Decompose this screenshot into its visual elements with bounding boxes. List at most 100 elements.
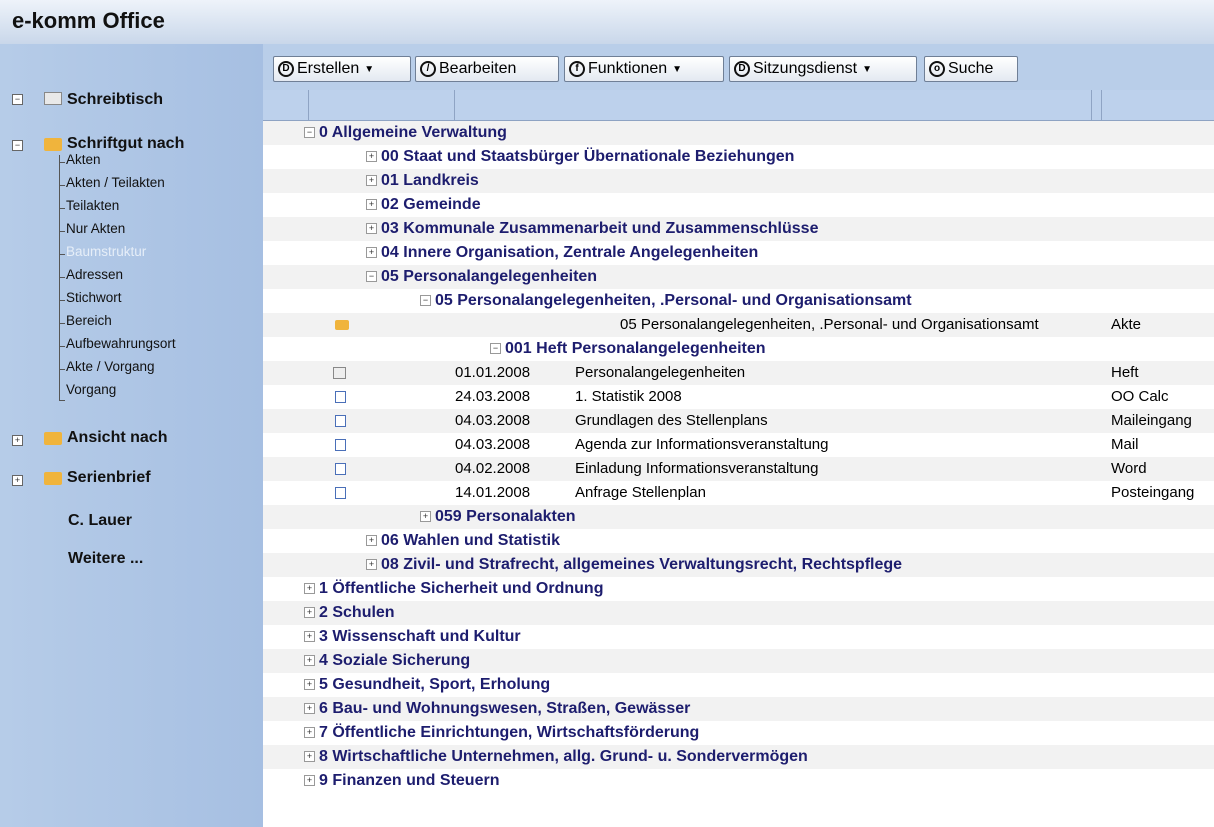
table-row[interactable]: 14.01.2008 Anfrage Stellenplan Posteinga… <box>263 481 1214 505</box>
tree-node[interactable]: +4 Soziale Sicherung <box>263 649 1214 673</box>
expand-icon[interactable]: + <box>304 631 315 642</box>
collapse-icon[interactable]: − <box>304 127 315 138</box>
expand-icon[interactable]: + <box>304 607 315 618</box>
folder-icon <box>44 472 62 485</box>
node-label: 01 Landkreis <box>381 172 479 189</box>
tree-node[interactable]: +01 Landkreis <box>263 169 1214 193</box>
sidebar-schreibtisch[interactable]: Schreibtisch <box>67 91 163 109</box>
expand-icon[interactable]: + <box>304 751 315 762</box>
expand-icon[interactable]: + <box>304 775 315 786</box>
erstellen-button[interactable]: D Erstellen ▼ <box>273 56 411 82</box>
sidebar-serienbrief[interactable]: Serienbrief <box>67 469 151 487</box>
collapse-icon[interactable]: − <box>420 295 431 306</box>
column-divider[interactable] <box>1101 90 1102 120</box>
sidebar-item-aufbewahrungsort[interactable]: Aufbewahrungsort <box>66 336 176 351</box>
expand-icon[interactable]: + <box>366 175 377 186</box>
tree-node[interactable]: +7 Öffentliche Einrichtungen, Wirtschaft… <box>263 721 1214 745</box>
tree-tick <box>59 369 65 370</box>
table-row[interactable]: 01.01.2008 Personalangelegenheiten Heft <box>263 361 1214 385</box>
collapse-toggle-icon[interactable]: − <box>12 140 23 151</box>
expand-toggle-icon[interactable]: + <box>12 475 23 486</box>
node-label: 04 Innere Organisation, Zentrale Angeleg… <box>381 244 759 261</box>
chevron-down-icon: ▼ <box>672 63 683 75</box>
sidebar-ansicht[interactable]: Ansicht nach <box>67 429 167 447</box>
toolbar: D Erstellen ▼ / Bearbeiten f Funktionen … <box>263 44 1214 90</box>
tree-node[interactable]: +02 Gemeinde <box>263 193 1214 217</box>
tree-node[interactable]: +3 Wissenschaft und Kultur <box>263 625 1214 649</box>
sidebar-schriftgut[interactable]: Schriftgut nach <box>67 135 184 153</box>
desk-icon <box>44 92 62 105</box>
sidebar-item-stichwort[interactable]: Stichwort <box>66 290 122 305</box>
tree-node[interactable]: −05 Personalangelegenheiten <box>263 265 1214 289</box>
akte-row[interactable]: 05 Personalangelegenheiten, .Personal- u… <box>263 313 1214 337</box>
expand-icon[interactable]: + <box>420 511 431 522</box>
sidebar-item-vorgang[interactable]: Vorgang <box>66 382 116 397</box>
tree-node[interactable]: +9 Finanzen und Steuern <box>263 769 1214 793</box>
expand-icon[interactable]: + <box>366 223 377 234</box>
tree-node[interactable]: +08 Zivil- und Strafrecht, allgemeines V… <box>263 553 1214 577</box>
main-panel: D Erstellen ▼ / Bearbeiten f Funktionen … <box>263 44 1214 827</box>
document-icon <box>335 415 346 427</box>
tree-node[interactable]: +03 Kommunale Zusammenarbeit und Zusamme… <box>263 217 1214 241</box>
table-row[interactable]: 24.03.2008 1. Statistik 2008 OO Calc <box>263 385 1214 409</box>
sidebar-user[interactable]: C. Lauer <box>68 512 132 530</box>
sidebar-item-akte-vorgang[interactable]: Akte / Vorgang <box>66 359 155 374</box>
doc-type: Maileingang <box>1111 412 1192 429</box>
funktionen-label: Funktionen <box>588 60 668 77</box>
funktionen-button[interactable]: f Funktionen ▼ <box>564 56 724 82</box>
edit-icon: / <box>420 61 436 77</box>
collapse-toggle-icon[interactable]: − <box>12 94 23 105</box>
sidebar-weitere[interactable]: Weitere ... <box>68 550 143 568</box>
erstellen-label: Erstellen <box>297 60 360 77</box>
sidebar-item-bereich[interactable]: Bereich <box>66 313 112 328</box>
tree-node[interactable]: −0 Allgemeine Verwaltung <box>263 121 1214 145</box>
expand-icon[interactable]: + <box>304 583 315 594</box>
column-divider[interactable] <box>1091 90 1092 120</box>
sidebar-item-adressen[interactable]: Adressen <box>66 267 123 282</box>
expand-icon[interactable]: + <box>366 199 377 210</box>
collapse-icon[interactable]: − <box>366 271 377 282</box>
expand-icon[interactable]: + <box>304 703 315 714</box>
table-row[interactable]: 04.03.2008 Grundlagen des Stellenplans M… <box>263 409 1214 433</box>
expand-icon[interactable]: + <box>366 151 377 162</box>
tree-node[interactable]: +06 Wahlen und Statistik <box>263 529 1214 553</box>
tree-tick <box>59 400 65 401</box>
sidebar-item-nur-akten[interactable]: Nur Akten <box>66 221 125 236</box>
tree-node[interactable]: +059 Personalakten <box>263 505 1214 529</box>
table-row[interactable]: 04.03.2008 Agenda zur Informationsverans… <box>263 433 1214 457</box>
suche-button[interactable]: o Suche <box>924 56 1018 82</box>
tree-node[interactable]: −05 Personalangelegenheiten, .Personal- … <box>263 289 1214 313</box>
tree-node[interactable]: +00 Staat und Staatsbürger Übernationale… <box>263 145 1214 169</box>
bearbeiten-label: Bearbeiten <box>439 60 517 77</box>
expand-icon[interactable]: + <box>366 559 377 570</box>
doc-date: 04.02.2008 <box>455 460 531 477</box>
expand-icon[interactable]: + <box>366 535 377 546</box>
expand-icon[interactable]: + <box>304 655 315 666</box>
sidebar-item-akten-teilakten[interactable]: Akten / Teilakten <box>66 175 165 190</box>
expand-toggle-icon[interactable]: + <box>12 435 23 446</box>
sitzungsdienst-button[interactable]: D Sitzungsdienst ▼ <box>729 56 917 82</box>
sidebar-item-akten[interactable]: Akten <box>66 152 101 167</box>
collapse-icon[interactable]: − <box>490 343 501 354</box>
tree-node[interactable]: +6 Bau- und Wohnungswesen, Straßen, Gewä… <box>263 697 1214 721</box>
column-divider[interactable] <box>308 90 309 120</box>
sidebar-item-teilakten[interactable]: Teilakten <box>66 198 119 213</box>
table-row[interactable]: 04.02.2008 Einladung Informationsveranst… <box>263 457 1214 481</box>
expand-icon[interactable]: + <box>304 679 315 690</box>
tree-node[interactable]: −001 Heft Personalangelegenheiten <box>263 337 1214 361</box>
column-divider[interactable] <box>454 90 455 120</box>
tree-tick <box>59 300 65 301</box>
doc-type: Word <box>1111 460 1147 477</box>
tree-node[interactable]: +04 Innere Organisation, Zentrale Angele… <box>263 241 1214 265</box>
tree-node[interactable]: +5 Gesundheit, Sport, Erholung <box>263 673 1214 697</box>
sitzungsdienst-label: Sitzungsdienst <box>753 60 858 77</box>
doc-date: 04.03.2008 <box>455 436 531 453</box>
bearbeiten-button[interactable]: / Bearbeiten <box>415 56 559 82</box>
tree-node[interactable]: +8 Wirtschaftliche Unternehmen, allg. Gr… <box>263 745 1214 769</box>
expand-icon[interactable]: + <box>304 727 315 738</box>
tree-node[interactable]: +1 Öffentliche Sicherheit und Ordnung <box>263 577 1214 601</box>
tree-node[interactable]: +2 Schulen <box>263 601 1214 625</box>
expand-icon[interactable]: + <box>366 247 377 258</box>
suche-label: Suche <box>948 60 994 77</box>
sidebar-item-baumstruktur[interactable]: Baumstruktur <box>66 244 146 259</box>
